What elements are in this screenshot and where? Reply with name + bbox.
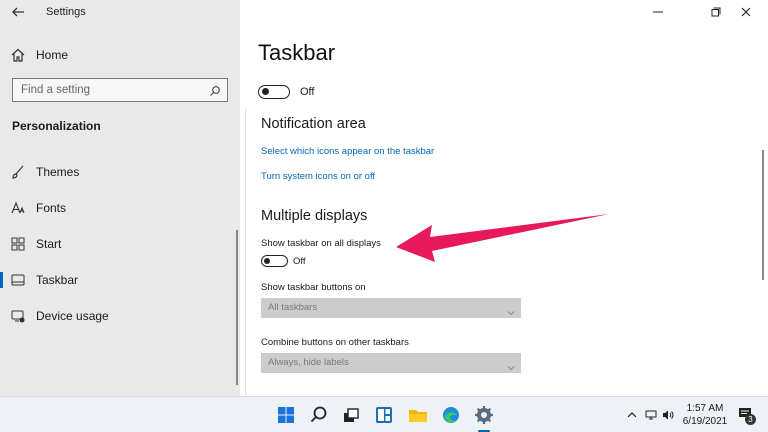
toggle-knob xyxy=(262,88,269,95)
chevron-up-icon[interactable] xyxy=(626,409,638,421)
title-bar: Settings xyxy=(0,0,240,26)
combine-buttons-label: Combine buttons on other taskbars xyxy=(261,337,409,348)
sidebar-item-start[interactable]: Start xyxy=(0,230,236,258)
top-toggle-state: Off xyxy=(300,86,315,98)
multiple-displays-heading: Multiple displays xyxy=(261,208,368,224)
main-content: Taskbar Off Notification area Select whi… xyxy=(240,0,768,396)
sidebar-item-themes[interactable]: Themes xyxy=(0,158,236,186)
page-title: Taskbar xyxy=(258,40,336,65)
sidebar-item-label: Home xyxy=(36,48,69,62)
toggle-knob xyxy=(264,257,270,264)
dropdown-value: All taskbars xyxy=(268,302,318,313)
notification-count-badge: 3 xyxy=(745,414,756,425)
taskbar-icon xyxy=(10,272,26,288)
combine-buttons-dropdown[interactable]: Always, hide labels xyxy=(261,353,521,373)
sidebar-item-label: Themes xyxy=(36,165,80,179)
back-arrow-icon[interactable] xyxy=(10,4,26,20)
settings-window: Settings Home Personalization Themes xyxy=(0,0,768,396)
minimize-icon[interactable] xyxy=(640,2,676,24)
select-icons-link[interactable]: Select which icons appear on the taskbar xyxy=(261,146,434,157)
search-icon[interactable] xyxy=(209,84,221,96)
task-view-icon[interactable] xyxy=(339,403,363,427)
show-all-displays-state: Off xyxy=(293,256,306,267)
chevron-down-icon xyxy=(507,304,515,316)
sidebar-section-heading: Personalization xyxy=(12,119,101,133)
sidebar-item-home[interactable]: Home xyxy=(0,42,240,68)
show-buttons-on-label: Show taskbar buttons on xyxy=(261,282,366,293)
sidebar-item-taskbar[interactable]: Taskbar xyxy=(0,266,236,294)
clock-date[interactable]: 6/19/2021 xyxy=(681,416,729,427)
content-divider xyxy=(245,108,246,396)
search-icon[interactable] xyxy=(307,403,331,427)
home-icon xyxy=(10,47,26,63)
sidebar-item-label: Taskbar xyxy=(36,273,79,287)
top-toggle-switch[interactable] xyxy=(258,85,290,99)
widgets-icon[interactable] xyxy=(372,403,396,427)
settings-gear-icon[interactable] xyxy=(472,403,496,427)
sidebar-item-device-usage[interactable]: Device usage xyxy=(0,302,236,330)
sidebar-item-fonts[interactable]: Fonts xyxy=(0,194,236,222)
search-input[interactable] xyxy=(21,82,201,98)
show-buttons-on-dropdown[interactable]: All taskbars xyxy=(261,298,521,318)
chevron-down-icon xyxy=(507,359,515,371)
sidebar: Settings Home Personalization Themes xyxy=(0,0,240,396)
show-all-displays-label: Show taskbar on all displays xyxy=(261,238,381,249)
system-icons-link[interactable]: Turn system icons on or off xyxy=(261,171,375,182)
sidebar-item-label: Fonts xyxy=(36,201,67,215)
start-icon xyxy=(10,236,26,252)
device-usage-icon xyxy=(10,308,26,324)
windows-start-icon[interactable] xyxy=(274,403,298,427)
app-title: Settings xyxy=(46,6,86,18)
font-icon xyxy=(10,200,26,216)
edge-icon[interactable] xyxy=(439,403,463,427)
search-box[interactable] xyxy=(12,78,228,102)
notification-area-heading: Notification area xyxy=(261,116,366,132)
sidebar-scrollbar[interactable] xyxy=(236,230,238,385)
clock-time[interactable]: 1:57 AM xyxy=(683,403,727,414)
sidebar-item-label: Device usage xyxy=(36,309,109,323)
close-icon[interactable] xyxy=(728,2,764,24)
network-icon[interactable] xyxy=(645,409,657,421)
show-all-displays-toggle[interactable] xyxy=(261,255,288,267)
main-scrollbar[interactable] xyxy=(762,150,764,280)
brush-icon xyxy=(10,164,26,180)
dropdown-value: Always, hide labels xyxy=(268,357,349,368)
volume-icon[interactable] xyxy=(662,409,674,421)
sidebar-item-label: Start xyxy=(36,237,62,251)
active-indicator xyxy=(0,272,3,288)
file-explorer-icon[interactable] xyxy=(406,403,430,427)
taskbar: 1:57 AM 6/19/2021 3 xyxy=(0,396,768,432)
